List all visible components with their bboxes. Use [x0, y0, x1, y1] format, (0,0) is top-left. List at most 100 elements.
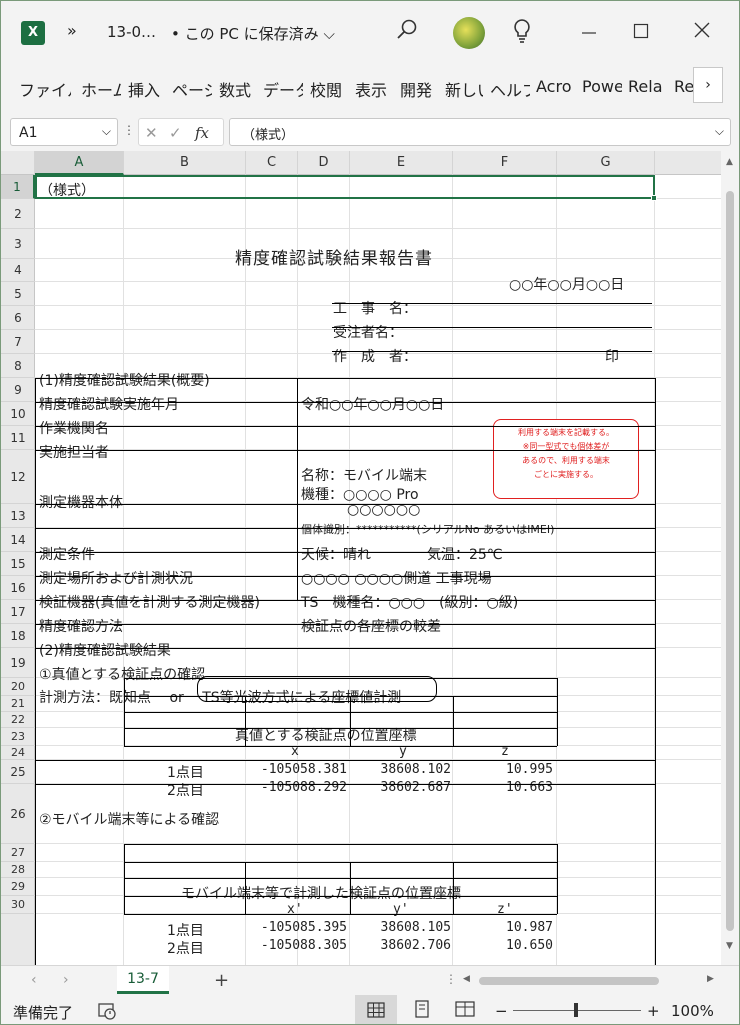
table1-row1-label[interactable]: 1点目	[167, 762, 204, 782]
tab-review[interactable]: 校閲	[310, 77, 346, 101]
sheet-cells[interactable]: （様式） 精度確認試験結果報告書 ○○年○○月○○日 工 事 名： 受注者名： …	[35, 175, 721, 965]
user-avatar[interactable]	[453, 17, 485, 49]
tab-re[interactable]: Re	[674, 77, 694, 96]
enter-icon[interactable]: ✓	[169, 124, 182, 142]
r16-label[interactable]: 精度確認方法	[39, 616, 123, 636]
normal-view-button[interactable]	[355, 995, 397, 1024]
fill-handle[interactable]	[651, 195, 657, 201]
row-header-26[interactable]: 26	[1, 784, 35, 844]
work-name-label[interactable]: 工 事 名：	[333, 298, 417, 318]
seal-mark[interactable]: 印	[605, 346, 619, 366]
r10-label[interactable]: 作業機関名	[39, 418, 109, 438]
close-icon[interactable]	[693, 21, 711, 43]
r12-device-serial[interactable]: 個体識別：***********(シリアルNo あるいはIMEI)	[301, 521, 554, 537]
r12-device-name[interactable]: 名称：モバイル端末	[301, 465, 427, 485]
tab-help[interactable]: ヘルプ	[490, 77, 530, 101]
minimize-icon[interactable]	[581, 23, 597, 43]
tab-rela[interactable]: Rela	[628, 77, 666, 96]
row-header-25[interactable]: 25	[1, 760, 35, 784]
table2-row2-y[interactable]: 38602.706	[353, 938, 451, 953]
report-date[interactable]: ○○年○○月○○日	[509, 274, 624, 294]
tab-new[interactable]: 新しい	[445, 77, 483, 101]
r11-label[interactable]: 実施担当者	[39, 442, 109, 462]
scroll-right-icon[interactable]: ▶	[707, 974, 714, 984]
expand-formula-icon[interactable]: ⌵	[715, 124, 724, 139]
row-header-14[interactable]: 14	[1, 528, 35, 552]
sheet-tab-13-7[interactable]: 13-7	[117, 966, 169, 994]
row-header-6[interactable]: 6	[1, 306, 35, 330]
tab-power[interactable]: Powe	[582, 77, 622, 96]
report-title[interactable]: 精度確認試験結果報告書	[235, 244, 433, 269]
table1-row2-x[interactable]: -105088.292	[249, 780, 347, 795]
r15-value[interactable]: TS 機種名：○○○ (級別：○級)	[301, 592, 518, 612]
r14-label[interactable]: 測定場所および計測状況	[39, 568, 193, 588]
column-header-c[interactable]: C	[246, 151, 298, 175]
zoom-out-button[interactable]: −	[495, 1002, 508, 1020]
row-header-11[interactable]: 11	[1, 426, 35, 450]
chevron-down-icon[interactable]: ⌵	[102, 124, 111, 139]
column-header-f[interactable]: F	[453, 151, 557, 175]
device-note-callout[interactable]: 利用する端末を記載する。 ※同一型式でも個体差が あるので、利用する端末 ごとに…	[493, 419, 639, 499]
table2-row2-z[interactable]: 10.650	[455, 938, 553, 953]
horizontal-scroll-thumb[interactable]	[479, 977, 659, 985]
insert-function-icon[interactable]: fx	[195, 124, 209, 142]
row-header-3[interactable]: 3	[1, 229, 35, 259]
row-header-20[interactable]: 20	[1, 678, 35, 696]
cancel-icon[interactable]: ✕	[145, 124, 158, 142]
ribbon-scroll-right-button[interactable]: ›	[693, 67, 723, 103]
r14-value[interactable]: ○○○○ ○○○○側道 工事現場	[301, 568, 492, 588]
row-header-27[interactable]: 27	[1, 844, 35, 862]
column-header-e[interactable]: E	[350, 151, 453, 175]
row-header-7[interactable]: 7	[1, 330, 35, 354]
select-all-corner[interactable]	[1, 151, 35, 175]
lightbulb-icon[interactable]	[511, 17, 533, 45]
formula-bar-resize-handle[interactable]: ⋮	[123, 123, 135, 137]
zoom-level[interactable]: 100%	[671, 1002, 714, 1020]
r13-weather[interactable]: 天候：晴れ	[301, 544, 371, 564]
row-header-23[interactable]: 23	[1, 728, 35, 746]
zoom-in-button[interactable]: +	[647, 1002, 660, 1020]
next-sheet-icon[interactable]: ›	[63, 972, 69, 988]
tab-acrobat[interactable]: Acro	[536, 77, 576, 96]
column-header-b[interactable]: B	[124, 151, 246, 175]
column-header-a[interactable]: A	[35, 151, 124, 175]
row-header-2[interactable]: 2	[1, 199, 35, 229]
row-header-10[interactable]: 10	[1, 402, 35, 426]
row-header-21[interactable]: 21	[1, 696, 35, 712]
page-break-view-icon[interactable]	[455, 1000, 475, 1022]
table2-title[interactable]: モバイル端末等で計測した検証点の位置座標	[181, 883, 461, 903]
sub-heading-2[interactable]: ②モバイル端末等による確認	[39, 809, 219, 829]
row-header-1[interactable]: 1	[1, 175, 35, 199]
r16-value[interactable]: 検証点の各座標の較差	[301, 616, 441, 636]
r12-device-model[interactable]: 機種：○○○○ Pro	[301, 484, 419, 504]
row-header-9[interactable]: 9	[1, 378, 35, 402]
row-header-4[interactable]: 4	[1, 259, 35, 282]
row-header-19[interactable]: 19	[1, 648, 35, 678]
row-header-29[interactable]: 29	[1, 878, 35, 896]
table2-row1-z[interactable]: 10.987	[455, 920, 553, 935]
table1-row2-y[interactable]: 38602.687	[353, 780, 451, 795]
column-header-g[interactable]: G	[557, 151, 655, 175]
author-label[interactable]: 作 成 者：	[333, 346, 417, 366]
row-header-22[interactable]: 22	[1, 712, 35, 728]
tab-data[interactable]: データ	[263, 77, 303, 101]
accessibility-icon[interactable]	[97, 1001, 117, 1024]
tab-split-handle[interactable]: ⋮	[445, 972, 457, 986]
add-sheet-button[interactable]: +	[214, 970, 229, 991]
tab-developer[interactable]: 開発	[400, 77, 436, 101]
section-1-heading[interactable]: (1)精度確認試験結果(概要)	[39, 370, 210, 390]
worksheet-grid[interactable]: A B C D E F G 1 2 3 4 5 6 7 8 9 10 11 12 13 14 15 16 17 1…	[1, 151, 739, 965]
row-header-30[interactable]: 30	[1, 896, 35, 914]
contractor-label[interactable]: 受注者名：	[333, 322, 403, 342]
prev-sheet-icon[interactable]: ‹	[31, 972, 37, 988]
row-header-17[interactable]: 17	[1, 600, 35, 624]
search-icon[interactable]	[395, 17, 419, 45]
row-header-12[interactable]: 12	[1, 450, 35, 504]
name-box[interactable]: A1 ⌵	[10, 118, 118, 146]
row-header-5[interactable]: 5	[1, 282, 35, 306]
row-header-28[interactable]: 28	[1, 862, 35, 878]
vertical-scroll-thumb[interactable]	[726, 191, 734, 931]
table1-row2-z[interactable]: 10.663	[455, 780, 553, 795]
page-layout-view-icon[interactable]	[413, 1000, 431, 1022]
maximize-icon[interactable]	[633, 23, 649, 43]
